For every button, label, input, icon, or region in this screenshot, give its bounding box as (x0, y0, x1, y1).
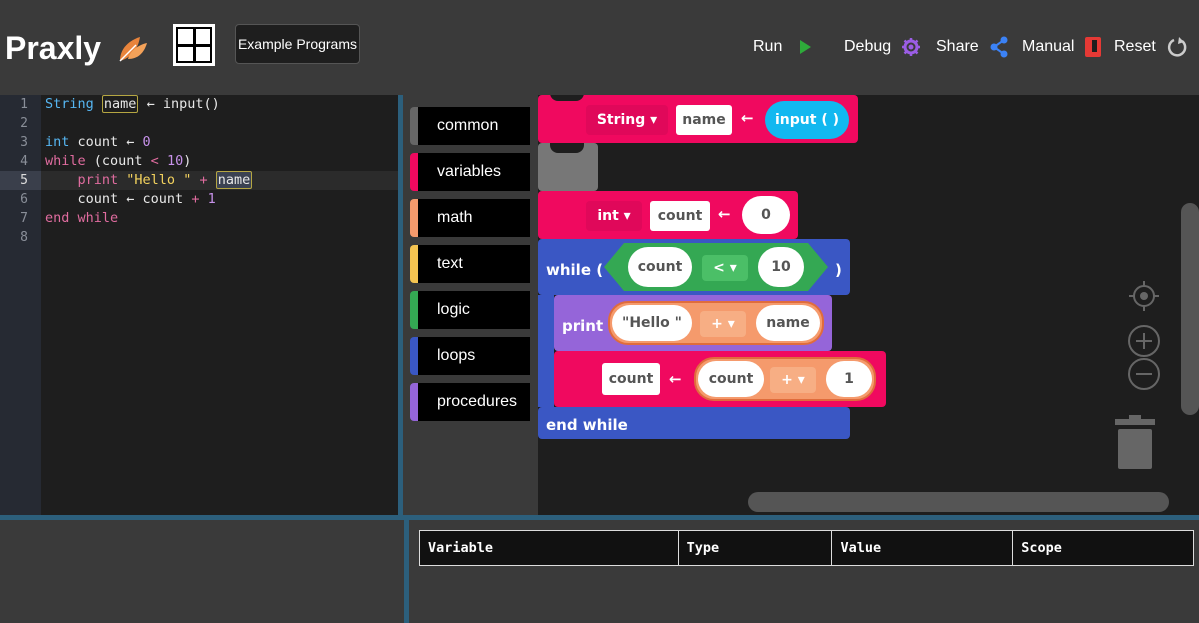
workspace-vertical-scrollbar[interactable] (1181, 203, 1199, 415)
manual-label: Manual (1022, 38, 1075, 55)
grid-layout-icon[interactable] (173, 24, 215, 66)
line-number: 8 (20, 230, 28, 245)
category-text[interactable]: text (410, 245, 530, 283)
variable-ref[interactable]: name (756, 305, 820, 341)
operator-dropdown[interactable]: + ▾ (770, 367, 816, 393)
code-editor[interactable]: 1 2 3 4 5 6 7 8 String name ← input() in… (0, 95, 398, 515)
number-literal[interactable]: 10 (758, 247, 804, 287)
column-header-variable: Variable (419, 530, 679, 566)
output-panel (0, 520, 404, 623)
run-label: Run (753, 38, 783, 55)
book-icon (1085, 37, 1102, 57)
app-title: Praxly (5, 30, 102, 66)
trash-icon[interactable] (1113, 415, 1157, 471)
run-button[interactable]: Run (753, 34, 818, 60)
recenter-icon[interactable] (1128, 280, 1160, 312)
variable-name-field[interactable]: name (676, 105, 732, 135)
bug-gear-icon (902, 38, 921, 56)
code-line[interactable]: print "Hello " + name (45, 171, 253, 190)
line-number: 2 (20, 116, 28, 131)
category-procedures[interactable]: procedures (410, 383, 530, 421)
column-header-value: Value (831, 530, 1014, 566)
line-number: 6 (20, 192, 28, 207)
category-math[interactable]: math (410, 199, 530, 237)
zoom-out-icon[interactable] (1127, 357, 1161, 391)
leaf-icon (119, 37, 147, 62)
code-line[interactable]: String name ← input() (45, 95, 220, 114)
line-number: 3 (20, 135, 28, 150)
line-number: 5 (20, 173, 28, 188)
share-icon (990, 36, 1008, 58)
reset-button[interactable]: Reset (1114, 34, 1188, 60)
category-variables[interactable]: variables (410, 153, 530, 191)
debug-label: Debug (844, 38, 892, 55)
debug-button[interactable]: Debug (844, 34, 921, 60)
reset-label: Reset (1114, 38, 1156, 55)
type-dropdown[interactable]: String ▾ (586, 105, 668, 135)
line-number: 4 (20, 154, 28, 169)
line-number: 1 (20, 97, 28, 112)
header-bar: Praxly Example Programs Run Debug Share … (0, 0, 1199, 95)
praxly-app: Praxly Example Programs Run Debug Share … (0, 0, 1199, 623)
reset-icon (1167, 37, 1187, 57)
workspace-horizontal-scrollbar[interactable] (748, 492, 1169, 512)
operator-dropdown[interactable]: + ▾ (700, 311, 746, 337)
category-loops[interactable]: loops (410, 337, 530, 375)
comparison-dropdown[interactable]: < ▾ (702, 255, 748, 281)
line-number: 7 (20, 211, 28, 226)
number-literal[interactable]: 1 (826, 361, 872, 397)
code-line[interactable]: int count ← 0 (45, 133, 151, 152)
variable-name-field[interactable]: count (602, 363, 660, 395)
category-common[interactable]: common (410, 107, 530, 145)
number-literal[interactable]: 0 (742, 196, 790, 234)
input-call-block[interactable]: input ( ) (765, 101, 849, 139)
zoom-in-icon[interactable] (1127, 324, 1161, 358)
play-icon (800, 40, 812, 54)
string-literal[interactable]: "Hello " (612, 305, 692, 341)
variable-name-field[interactable]: count (650, 201, 710, 231)
column-header-scope: Scope (1012, 530, 1194, 566)
code-line[interactable]: end while (45, 209, 118, 228)
selected-identifier: name (215, 171, 253, 189)
share-label: Share (936, 38, 979, 55)
code-line[interactable]: while (count < 10) (45, 152, 191, 171)
manual-button[interactable]: Manual (1022, 34, 1102, 60)
category-logic[interactable]: logic (410, 291, 530, 329)
block-toolbox: common variables math text logic loops p… (403, 95, 538, 515)
variables-table: Variable Type Value Scope (419, 530, 1194, 566)
example-programs-button[interactable]: Example Programs (235, 24, 360, 64)
variable-ref[interactable]: count (698, 361, 764, 397)
share-button[interactable]: Share (936, 34, 1009, 60)
blocks-workspace[interactable]: String ▾ name ← input ( ) int ▾ count ← … (538, 95, 1199, 515)
code-line[interactable]: count ← count + 1 (45, 190, 216, 209)
column-header-type: Type (677, 530, 833, 566)
type-dropdown[interactable]: int ▾ (586, 201, 642, 231)
variable-ref[interactable]: count (628, 247, 692, 287)
highlighted-identifier: name (101, 95, 139, 113)
